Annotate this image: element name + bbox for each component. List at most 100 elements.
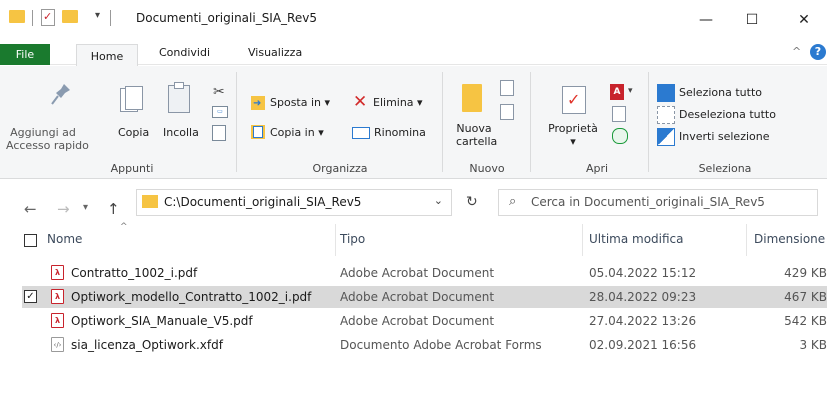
file-list: λ Contratto_1002_i.pdf Adobe Acrobat Docum…	[0, 262, 827, 372]
file-row[interactable]: ‹/› sia_licenza_Optiwork.xfdf Documento Ad…	[22, 334, 827, 356]
tab-view[interactable]: Visualizza	[248, 46, 302, 59]
copy-button[interactable]: Copia	[118, 126, 149, 139]
pin-icon	[50, 82, 70, 106]
ribbon-divider	[648, 72, 649, 172]
pdf-icon: λ	[51, 289, 64, 304]
xfdf-icon: ‹/›	[51, 337, 64, 352]
deselect-all-icon	[657, 106, 675, 124]
folder-icon	[142, 195, 158, 208]
help-icon[interactable]: ?	[810, 44, 826, 60]
move-to-icon: ➜	[251, 96, 265, 110]
file-row[interactable]: ✓ λ Optiwork_modello_Contratto_1002_i.pdf A…	[22, 286, 827, 308]
file-modified: 05.04.2022 15:12	[589, 266, 697, 280]
column-divider[interactable]	[746, 224, 747, 256]
open-with-acrobat-icon[interactable]: A	[610, 84, 624, 100]
file-type: Adobe Acrobat Document	[340, 290, 495, 304]
back-arrow-icon[interactable]: ←	[24, 200, 37, 218]
paste-button[interactable]: Incolla	[163, 126, 199, 139]
paste-shortcut-icon[interactable]	[212, 125, 226, 141]
pin-quick-access-button[interactable]: Aggiungi ad Accesso rapido	[6, 126, 89, 152]
file-size: 3 KB	[799, 338, 827, 352]
maximize-button[interactable]: ☐	[729, 0, 775, 40]
select-all-checkbox[interactable]	[24, 234, 37, 247]
paste-icon	[168, 82, 190, 113]
sort-ascending-icon: ^	[120, 222, 128, 232]
column-divider[interactable]	[335, 224, 336, 256]
forward-arrow-icon[interactable]: →	[57, 200, 70, 218]
cut-icon[interactable]: ✂	[213, 84, 225, 100]
file-modified: 27.04.2022 13:26	[589, 314, 697, 328]
file-row[interactable]: λ Contratto_1002_i.pdf Adobe Acrobat Docum…	[22, 262, 827, 284]
column-header-size[interactable]: Dimensione	[754, 232, 825, 246]
rename-icon	[352, 127, 370, 139]
group-label-organize: Organizza	[312, 162, 368, 175]
search-icon: ⌕	[509, 194, 517, 209]
address-dropdown-icon[interactable]: ⌄	[434, 194, 443, 207]
rename-button[interactable]: Rinomina	[374, 126, 426, 139]
separator	[32, 10, 33, 26]
tab-home[interactable]: Home	[76, 44, 138, 67]
address-bar[interactable]: C:\Documenti_originali_SIA_Rev5 ⌄	[136, 189, 452, 216]
pdf-icon: λ	[51, 265, 64, 280]
new-item-icon[interactable]	[500, 80, 514, 96]
group-label-new: Nuovo	[469, 162, 505, 175]
quick-access-customize-icon[interactable]: ▾	[95, 10, 100, 21]
file-name: Contratto_1002_i.pdf	[71, 266, 198, 280]
search-input[interactable]: ⌕ Cerca in Documenti_originali_SIA_Rev5	[498, 189, 818, 216]
group-label-clipboard: Appunti	[110, 162, 154, 175]
close-button[interactable]: ✕	[781, 0, 827, 40]
delete-icon: ✕	[353, 92, 368, 112]
tab-file[interactable]: File	[0, 44, 50, 65]
file-name: sia_licenza_Optiwork.xfdf	[71, 338, 223, 352]
file-type: Adobe Acrobat Document	[340, 266, 495, 280]
column-header-modified[interactable]: Ultima modifica	[589, 232, 684, 246]
chevron-down-icon[interactable]: ▾	[628, 86, 633, 96]
folder-icon	[9, 10, 25, 23]
ribbon-divider	[530, 72, 531, 172]
file-modified: 02.09.2021 16:56	[589, 338, 697, 352]
refresh-icon[interactable]: ↻	[466, 194, 478, 210]
file-name: Optiwork_modello_Contratto_1002_i.pdf	[71, 290, 312, 304]
copy-path-icon[interactable]: ▭	[212, 106, 228, 118]
up-arrow-icon[interactable]: ↑	[107, 200, 120, 218]
file-type: Documento Adobe Acrobat Forms	[340, 338, 542, 352]
separator	[110, 10, 111, 26]
tab-share[interactable]: Condividi	[159, 46, 210, 59]
group-label-select: Seleziona	[698, 162, 752, 175]
column-header-type[interactable]: Tipo	[340, 232, 365, 246]
properties-icon: ✓	[562, 86, 586, 114]
file-row[interactable]: λ Optiwork_SIA_Manuale_V5.pdf Adobe Acroba…	[22, 310, 827, 332]
recent-locations-icon[interactable]: ▾	[83, 202, 88, 213]
row-checkbox[interactable]: ✓	[24, 290, 37, 303]
ribbon-divider	[236, 72, 237, 172]
file-name: Optiwork_SIA_Manuale_V5.pdf	[71, 314, 253, 328]
minimize-button[interactable]: —	[683, 0, 729, 40]
invert-selection-icon	[657, 128, 675, 146]
properties-quick-icon[interactable]: ✓	[41, 9, 55, 26]
select-all-button[interactable]: Seleziona tutto	[679, 86, 762, 99]
pdf-icon: λ	[51, 313, 64, 328]
history-icon[interactable]	[612, 128, 628, 144]
deselect-all-button[interactable]: Deseleziona tutto	[679, 108, 776, 121]
copy-to-icon	[251, 125, 265, 139]
copy-to-button[interactable]: Copia in ▾	[270, 126, 324, 139]
window-title: Documenti_originali_SIA_Rev5	[136, 11, 317, 25]
easy-access-icon[interactable]	[500, 104, 514, 120]
invert-selection-button[interactable]: Inverti selezione	[679, 130, 770, 143]
address-path: C:\Documenti_originali_SIA_Rev5	[164, 195, 362, 209]
file-size: 467 KB	[784, 290, 827, 304]
new-folder-quick-icon[interactable]	[62, 10, 78, 23]
delete-button[interactable]: Elimina ▾	[373, 96, 423, 109]
new-folder-icon	[462, 84, 482, 112]
file-size: 429 KB	[784, 266, 827, 280]
group-label-open: Apri	[585, 162, 609, 175]
column-header-name[interactable]: Nome	[47, 232, 82, 246]
column-divider[interactable]	[582, 224, 583, 256]
move-to-button[interactable]: Sposta in ▾	[270, 96, 330, 109]
file-size: 542 KB	[784, 314, 827, 328]
ribbon-collapse-icon[interactable]: ^	[792, 45, 801, 58]
edit-icon[interactable]	[612, 106, 626, 122]
file-type: Adobe Acrobat Document	[340, 314, 495, 328]
properties-button[interactable]: Proprietà ▾	[548, 122, 598, 148]
new-folder-button[interactable]: Nuova cartella	[456, 122, 497, 148]
